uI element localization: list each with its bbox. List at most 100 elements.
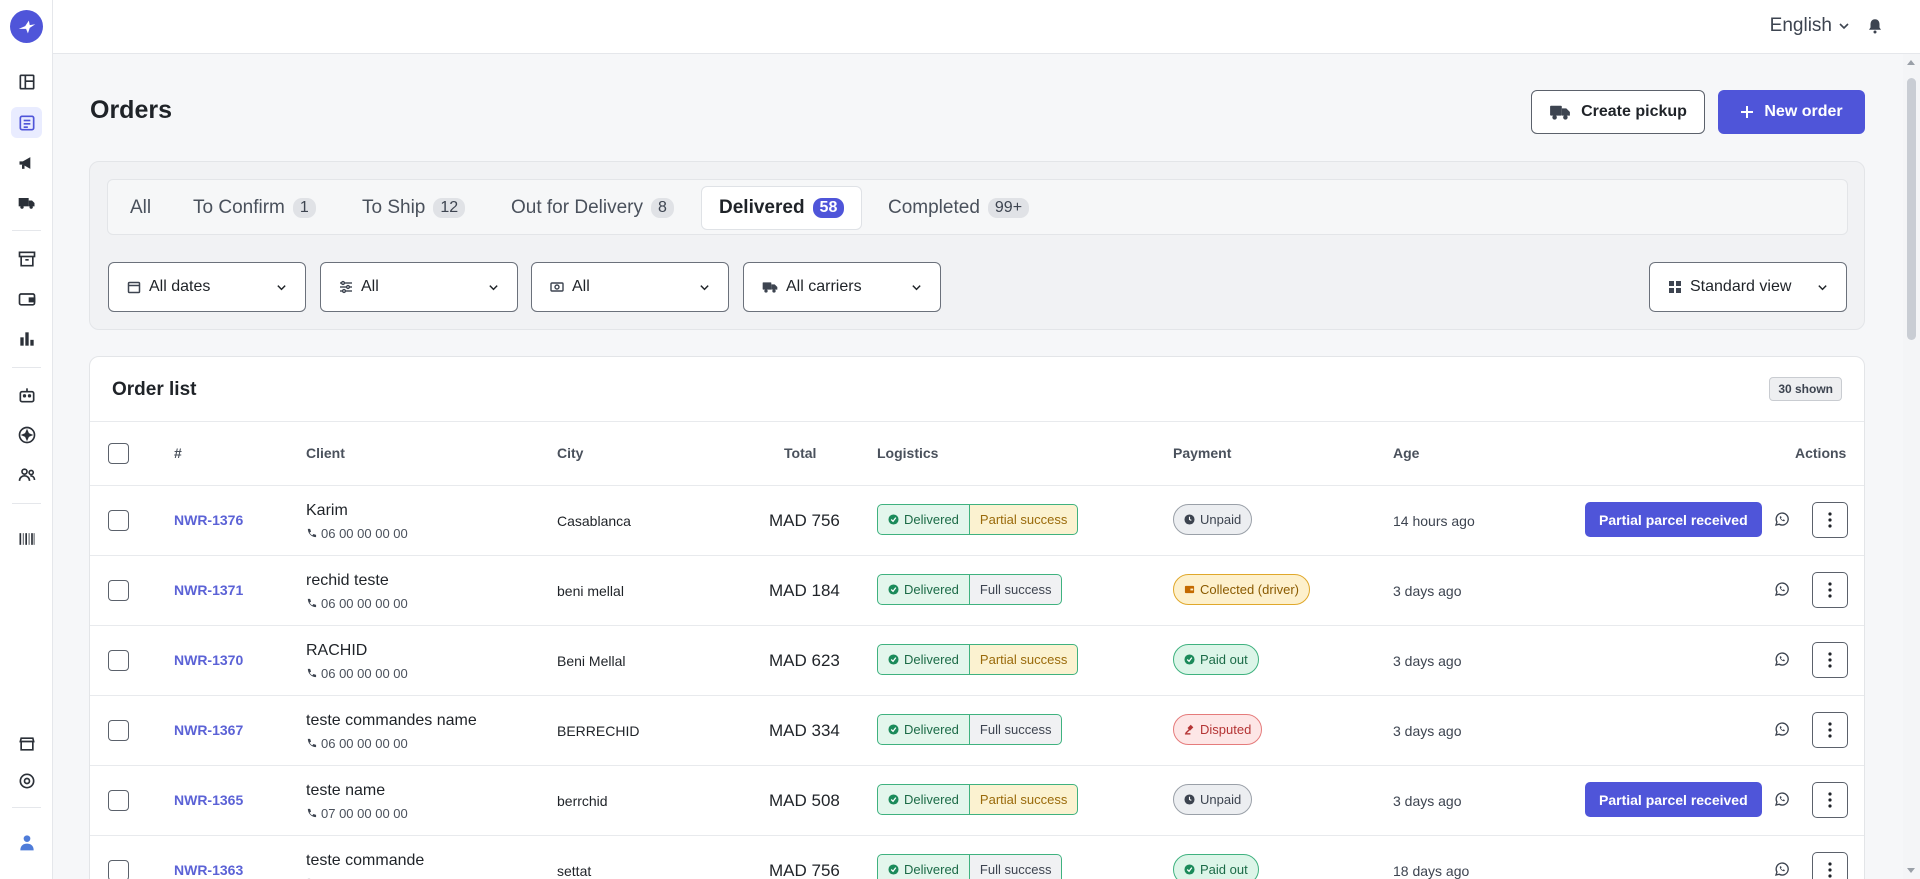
order-id-link[interactable]: NWR-1363 — [174, 862, 243, 878]
whatsapp-icon[interactable] — [1773, 580, 1791, 603]
payment-status-text: Paid out — [1200, 652, 1248, 667]
scrollbar-thumb[interactable] — [1907, 78, 1916, 340]
dashboard-icon[interactable] — [11, 66, 42, 97]
users-icon[interactable] — [11, 459, 42, 490]
column-header: Actions — [1795, 445, 1847, 461]
wallet-icon — [1184, 585, 1195, 594]
table-row: NWR-1376 Karim 06 00 00 00 00 Casablanca MAD… — [90, 486, 1864, 556]
whatsapp-icon[interactable] — [1773, 790, 1791, 813]
wallet-icon[interactable] — [11, 283, 42, 314]
barcode-icon[interactable] — [11, 523, 42, 554]
city: BERRECHID — [557, 723, 640, 739]
tab-count-badge: 99+ — [987, 198, 1030, 218]
whatsapp-icon[interactable] — [1773, 720, 1791, 743]
delivery-outcome-badge: Full success — [969, 714, 1063, 745]
column-header: City — [557, 445, 584, 461]
new-order-label: New order — [1764, 103, 1843, 120]
tab-completed[interactable]: Completed 99+ — [888, 186, 1030, 230]
order-total: MAD 756 — [769, 861, 840, 879]
partial-parcel-received-button[interactable]: Partial parcel received — [1585, 502, 1762, 537]
check-circle-icon — [888, 864, 899, 875]
payment-status-text: Paid out — [1200, 862, 1248, 877]
sparkle-icon[interactable] — [11, 419, 42, 450]
order-id-link[interactable]: NWR-1371 — [174, 582, 243, 598]
order-id-link[interactable]: NWR-1370 — [174, 652, 243, 668]
status-filter-dropdown[interactable]: All — [320, 262, 518, 312]
column-header: Logistics — [877, 445, 939, 461]
client-phone: 07 00 00 00 00 — [306, 806, 408, 821]
order-id-link[interactable]: NWR-1376 — [174, 512, 243, 528]
row-actions-menu-button[interactable] — [1812, 502, 1848, 538]
logo-icon[interactable] — [10, 10, 43, 43]
row-actions-menu-button[interactable] — [1812, 642, 1848, 678]
city: beni mellal — [557, 583, 624, 599]
row-actions-menu-button[interactable] — [1812, 852, 1848, 879]
tab-out-for-delivery[interactable]: Out for Delivery 8 — [511, 186, 674, 230]
store-icon[interactable] — [11, 728, 42, 759]
tab-label: To Confirm — [193, 197, 285, 218]
carrier-filter-dropdown[interactable]: All carriers — [743, 262, 941, 312]
row-checkbox[interactable] — [108, 720, 129, 741]
view-selector-label: Standard view — [1690, 278, 1792, 295]
row-actions-menu-button[interactable] — [1812, 712, 1848, 748]
check-circle-icon — [1184, 864, 1195, 875]
row-checkbox[interactable] — [108, 860, 129, 879]
phone-icon — [307, 668, 317, 678]
bell-icon[interactable] — [1866, 16, 1884, 41]
payment-status-badge: Unpaid — [1173, 784, 1253, 815]
city: settat — [557, 863, 592, 879]
order-id-link[interactable]: NWR-1367 — [174, 722, 243, 738]
whatsapp-icon[interactable] — [1773, 510, 1791, 533]
delivery-outcome-badge: Partial success — [969, 504, 1079, 535]
order-age: 3 days ago — [1393, 723, 1462, 739]
clock-icon — [1184, 514, 1195, 525]
language-selector[interactable]: English — [1770, 15, 1850, 37]
archive-icon[interactable] — [11, 243, 42, 274]
robot-icon[interactable] — [11, 379, 42, 410]
bar-chart-icon[interactable] — [11, 323, 42, 354]
row-checkbox[interactable] — [108, 650, 129, 671]
avatar-icon[interactable] — [11, 826, 42, 857]
tab-to-confirm[interactable]: To Confirm 1 — [193, 186, 316, 230]
row-checkbox[interactable] — [108, 580, 129, 601]
client-name: RACHID — [306, 642, 368, 659]
tab-all[interactable]: All — [130, 186, 151, 230]
delivery-outcome-badge: Full success — [969, 854, 1063, 879]
order-age: 3 days ago — [1393, 793, 1462, 809]
delivery-outcome-badge: Full success — [969, 574, 1063, 605]
order-total: MAD 623 — [769, 651, 840, 670]
city: Casablanca — [557, 513, 631, 529]
date-filter-dropdown[interactable]: All dates — [108, 262, 306, 312]
select-all-checkbox[interactable] — [108, 443, 129, 464]
new-order-button[interactable]: New order — [1718, 90, 1865, 134]
partial-parcel-received-button[interactable]: Partial parcel received — [1585, 782, 1762, 817]
row-checkbox[interactable] — [108, 510, 129, 531]
tab-to-ship[interactable]: To Ship 12 — [362, 186, 466, 230]
tab-delivered[interactable]: Delivered 58 — [701, 186, 863, 230]
order-age: 14 hours ago — [1393, 513, 1475, 529]
order-age: 3 days ago — [1393, 583, 1462, 599]
orders-icon[interactable] — [11, 107, 42, 138]
view-selector-dropdown[interactable]: Standard view — [1649, 262, 1847, 312]
logistics-status: Delivered Partial success — [877, 504, 1079, 535]
support-icon[interactable] — [11, 765, 42, 796]
whatsapp-icon[interactable] — [1773, 860, 1791, 879]
payment-filter-label: All — [572, 278, 590, 295]
money-icon — [550, 282, 564, 292]
page-scrollbar[interactable] — [1903, 54, 1920, 879]
logistics-status-badge: Delivered — [877, 644, 970, 675]
order-id-link[interactable]: NWR-1365 — [174, 792, 243, 808]
chevron-down-icon — [277, 284, 286, 290]
megaphone-icon[interactable] — [11, 147, 42, 178]
create-pickup-button[interactable]: Create pickup — [1531, 90, 1705, 134]
table-header: # Client City Total Logistics Payment Ag… — [90, 421, 1864, 486]
row-actions-menu-button[interactable] — [1812, 782, 1848, 818]
payment-filter-dropdown[interactable]: All — [531, 262, 729, 312]
row-checkbox[interactable] — [108, 790, 129, 811]
order-total: MAD 184 — [769, 581, 840, 600]
logistics-status-text: Delivered — [904, 862, 959, 877]
whatsapp-icon[interactable] — [1773, 650, 1791, 673]
row-actions-menu-button[interactable] — [1812, 572, 1848, 608]
truck-icon[interactable] — [11, 187, 42, 218]
phone-icon — [307, 598, 317, 608]
